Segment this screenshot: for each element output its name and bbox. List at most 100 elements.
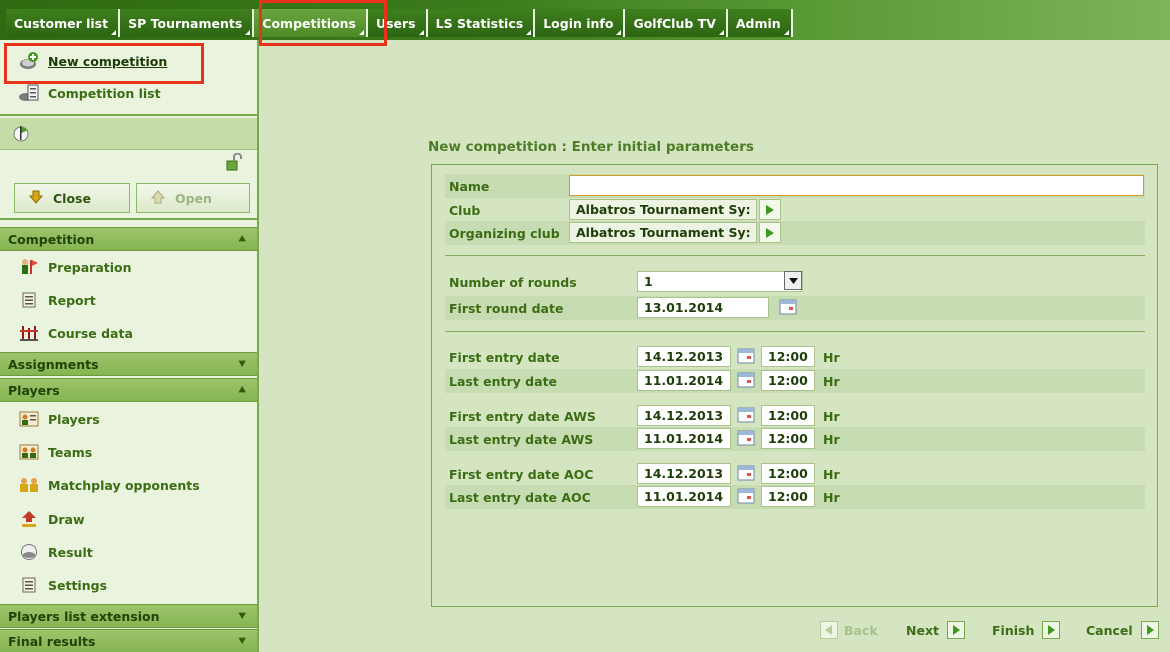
dropdown-corner-icon bbox=[718, 30, 724, 35]
organizing-club-label: Organizing club bbox=[449, 225, 560, 241]
sidebar-top-actions: New competition Competition list bbox=[0, 40, 257, 116]
sidebar-item-players[interactable]: Players bbox=[18, 410, 100, 428]
organizing-club-field[interactable]: Albatros Tournament Sy: bbox=[569, 222, 757, 243]
back-button[interactable]: Back bbox=[820, 620, 878, 640]
nav-competitions[interactable]: Competitions bbox=[254, 9, 368, 37]
form-title: New competition : Enter initial paramete… bbox=[428, 139, 754, 155]
first-round-row: First round date 13.01.2014 bbox=[445, 296, 1145, 320]
course-data-icon bbox=[18, 324, 40, 342]
cancel-arrow-icon bbox=[1140, 621, 1159, 639]
nav-users[interactable]: Users bbox=[367, 9, 428, 37]
competition-selector-bar bbox=[0, 118, 257, 150]
hr-unit: Hr bbox=[823, 408, 840, 424]
section-final-results[interactable]: Final results ⯆ bbox=[0, 629, 257, 652]
report-icon bbox=[18, 291, 40, 309]
nav-label: Customer list bbox=[14, 15, 109, 31]
entry-date-field[interactable]: 11.01.2014 bbox=[637, 428, 731, 449]
next-button[interactable]: Next bbox=[906, 620, 965, 640]
entry-time-field[interactable]: 12:00 bbox=[761, 370, 815, 391]
organizing-club-select-button[interactable] bbox=[759, 222, 781, 243]
calendar-icon[interactable] bbox=[779, 299, 797, 315]
calendar-icon[interactable] bbox=[737, 430, 755, 446]
calendar-icon[interactable] bbox=[737, 407, 755, 423]
entry-date-field[interactable]: 14.12.2013 bbox=[637, 405, 731, 426]
entry-time-field[interactable]: 12:00 bbox=[761, 486, 815, 507]
close-button[interactable]: Close bbox=[14, 183, 130, 213]
item-label: Matchplay opponents bbox=[48, 477, 200, 493]
sidebar-item-report[interactable]: Report bbox=[18, 291, 96, 309]
section-title: Players list extension bbox=[8, 608, 160, 624]
sidebar-item-settings[interactable]: Settings bbox=[18, 576, 107, 594]
chevron-down-icon[interactable] bbox=[784, 271, 802, 290]
arrow-up-icon bbox=[150, 189, 166, 207]
entry-date-field[interactable]: 11.01.2014 bbox=[637, 486, 731, 507]
organizing-club-row: Organizing club Albatros Tournament Sy: bbox=[445, 221, 1145, 245]
club-select-button[interactable] bbox=[759, 199, 781, 220]
rounds-select[interactable]: 1 bbox=[637, 271, 803, 292]
entry-row: Last entry date 11.01.2014 12:00 Hr bbox=[445, 369, 1145, 393]
section-players[interactable]: Players ⯅ bbox=[0, 378, 257, 402]
golf-flag-ball-icon bbox=[12, 125, 30, 147]
sidebar-item-draw[interactable]: Draw bbox=[18, 510, 85, 528]
draw-icon bbox=[18, 510, 40, 528]
entry-time-field[interactable]: 12:00 bbox=[761, 405, 815, 426]
calendar-icon[interactable] bbox=[737, 372, 755, 388]
entry-time-field[interactable]: 12:00 bbox=[761, 463, 815, 484]
close-button-label: Close bbox=[53, 190, 91, 206]
nav-golfclub-tv[interactable]: GolfClub TV bbox=[625, 9, 728, 37]
hr-unit: Hr bbox=[823, 373, 840, 389]
divider bbox=[445, 255, 1145, 256]
entry-label: Last entry date AWS bbox=[449, 431, 594, 447]
entry-label: Last entry date AOC bbox=[449, 489, 591, 505]
unlock-icon[interactable] bbox=[226, 152, 242, 175]
entry-time-field[interactable]: 12:00 bbox=[761, 346, 815, 367]
sidebar-item-preparation[interactable]: Preparation bbox=[18, 258, 132, 276]
nav-ls-statistics[interactable]: LS Statistics bbox=[427, 9, 536, 37]
dropdown-corner-icon bbox=[358, 30, 364, 35]
section-title: Final results bbox=[8, 633, 96, 649]
open-button[interactable]: Open bbox=[136, 183, 250, 213]
calendar-icon[interactable] bbox=[737, 348, 755, 364]
nav-sp-tournaments[interactable]: SP Tournaments bbox=[120, 9, 255, 37]
dropdown-corner-icon bbox=[245, 30, 251, 35]
add-competition-icon bbox=[18, 52, 40, 70]
nav-admin[interactable]: Admin bbox=[727, 9, 793, 37]
finish-arrow-icon bbox=[1042, 621, 1061, 639]
entry-date-field[interactable]: 14.12.2013 bbox=[637, 346, 731, 367]
top-navigation: Customer list SP Tournaments Competition… bbox=[0, 0, 1170, 40]
calendar-icon[interactable] bbox=[737, 488, 755, 504]
section-players-list-extension[interactable]: Players list extension ⯆ bbox=[0, 604, 257, 628]
nav-label: Users bbox=[375, 15, 416, 31]
new-competition-label: New competition bbox=[48, 53, 168, 69]
divider bbox=[445, 331, 1145, 332]
finish-button[interactable]: Finish bbox=[992, 620, 1061, 640]
item-label: Teams bbox=[48, 444, 93, 460]
entry-label: First entry date AOC bbox=[449, 466, 594, 482]
item-label: Players bbox=[48, 411, 100, 427]
sidebar-item-course-data[interactable]: Course data bbox=[18, 324, 133, 342]
new-competition-link[interactable]: New competition bbox=[18, 52, 167, 70]
cancel-button[interactable]: Cancel bbox=[1086, 620, 1159, 640]
name-label: Name bbox=[449, 178, 490, 194]
sidebar: New competition Competition list Close O… bbox=[0, 40, 259, 652]
hr-unit: Hr bbox=[823, 489, 840, 505]
competition-list-link[interactable]: Competition list bbox=[18, 84, 161, 102]
sidebar-item-matchplay-opponents[interactable]: Matchplay opponents bbox=[18, 476, 200, 494]
entry-time-field[interactable]: 12:00 bbox=[761, 428, 815, 449]
nav-customer-list[interactable]: Customer list bbox=[6, 9, 121, 37]
entry-date-field[interactable]: 11.01.2014 bbox=[637, 370, 731, 391]
rounds-label: Number of rounds bbox=[449, 274, 577, 290]
section-competition[interactable]: Competition ⯅ bbox=[0, 227, 257, 251]
dropdown-corner-icon bbox=[783, 30, 789, 35]
entry-date-field[interactable]: 14.12.2013 bbox=[637, 463, 731, 484]
rounds-row: Number of rounds 1 bbox=[445, 270, 1145, 294]
sidebar-item-result[interactable]: Result bbox=[18, 543, 93, 561]
nav-login-info[interactable]: Login info bbox=[535, 9, 626, 37]
sidebar-item-teams[interactable]: Teams bbox=[18, 443, 92, 461]
name-input[interactable] bbox=[569, 175, 1144, 196]
collapse-icon: ⯅ bbox=[237, 232, 247, 246]
first-round-date-field[interactable]: 13.01.2014 bbox=[637, 297, 769, 318]
calendar-icon[interactable] bbox=[737, 465, 755, 481]
club-field[interactable]: Albatros Tournament Sy: bbox=[569, 199, 757, 220]
section-assignments[interactable]: Assignments ⯆ bbox=[0, 352, 257, 376]
